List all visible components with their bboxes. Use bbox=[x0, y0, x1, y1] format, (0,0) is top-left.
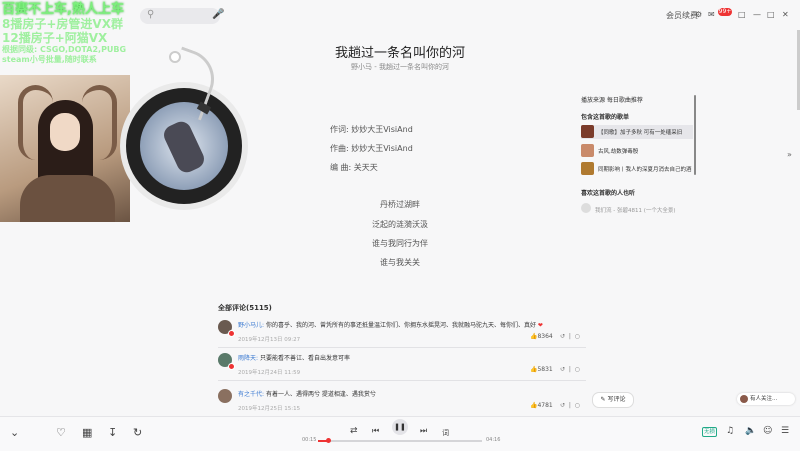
playlist-thumb bbox=[581, 144, 594, 157]
like-count: 8364 bbox=[537, 333, 553, 340]
comment-actions[interactable]: ↺ | ○ bbox=[560, 366, 580, 373]
comment-time: 2019年12月25日 15:15 bbox=[238, 406, 301, 412]
write-comment-button[interactable]: ✎ 写评论 bbox=[592, 392, 634, 408]
comment-user[interactable]: 雨降天: bbox=[238, 355, 258, 362]
comment-user[interactable]: 野小马儿: bbox=[238, 322, 264, 329]
album-cover bbox=[140, 102, 228, 190]
pause-button[interactable]: ❚❚ bbox=[392, 419, 408, 435]
playlists-label: 包含这首歌的歌单 bbox=[581, 114, 630, 121]
similar-label: 喜欢这首歌的人也听 bbox=[581, 190, 636, 197]
credit-lyricist: 作词: 妙妙大王VisiAnd bbox=[330, 125, 413, 134]
like-count: 4781 bbox=[537, 402, 553, 409]
similar-thumb bbox=[581, 203, 591, 213]
collect-icon[interactable]: ▦ bbox=[82, 426, 92, 439]
lyric-line: 谁与我同行为伴 bbox=[372, 239, 428, 248]
similar-item[interactable]: 我们流 - 张碧4811 (一个大全景) bbox=[581, 203, 693, 217]
overlay-line-3: 12播房子+阿猫VX bbox=[2, 31, 108, 45]
write-comment-label: 写评论 bbox=[607, 396, 626, 403]
song-title: 我趟过一条名叫你的河 bbox=[334, 46, 465, 61]
time-total: 04:16 bbox=[486, 437, 501, 443]
settings-icon[interactable]: ⚙ bbox=[695, 10, 702, 19]
comment-actions[interactable]: ↺ | ○ bbox=[560, 402, 580, 409]
comment-user[interactable]: 有之千代: bbox=[238, 391, 264, 398]
microphone-icon[interactable]: 🎤 bbox=[212, 9, 224, 20]
quality-badge[interactable]: 无损 bbox=[702, 427, 718, 437]
panel-scrollbar[interactable] bbox=[694, 95, 696, 175]
playlist-name: 【同歌】加子多秋 可有一处缅采旧 bbox=[598, 130, 683, 136]
music-player-window: ⚲ 🎤 会员续费 ⚙ ✉ 99+ □ — □ ✕ 百赛不上车,熟人上车 8播房子… bbox=[0, 0, 800, 451]
play-source-label: 播放来源 每日歌曲推荐 bbox=[581, 97, 643, 104]
comments-title: 全部评论(5115) bbox=[218, 304, 272, 312]
close-icon[interactable]: ✕ bbox=[782, 10, 789, 19]
chevron-right-icon[interactable]: » bbox=[787, 150, 792, 159]
progress-bar[interactable] bbox=[318, 438, 482, 443]
overlay-line-1: 百赛不上车,熟人上车 bbox=[2, 2, 124, 17]
divider bbox=[218, 347, 586, 348]
vip-link[interactable]: 会员续费 bbox=[666, 10, 698, 21]
similar-name: 我们流 - 张碧4811 (一个大全景) bbox=[595, 208, 676, 214]
song-artist[interactable]: 野小马 - 我趟过一条名叫你的河 bbox=[300, 62, 500, 72]
comment-text: 有着一人、遇得两兮 提道相逢、遇我赏兮 bbox=[265, 391, 376, 398]
mail-icon[interactable]: ✉ bbox=[708, 10, 715, 19]
playlist-item[interactable]: 同期影响丨我人的深夏月消去自己的酒 bbox=[581, 162, 693, 176]
maximize-icon[interactable]: □ bbox=[767, 10, 775, 19]
comment-actions[interactable]: ↺ | ○ bbox=[560, 333, 580, 340]
time-current: 00:15 bbox=[302, 437, 317, 443]
playlist-icon[interactable]: ☰ bbox=[781, 426, 789, 436]
stream-overlay: 百赛不上车,熟人上车 8播房子+房管进VX群 12播房子+阿猫VX 根据同级: … bbox=[2, 2, 172, 65]
playlist-name: 同期影响丨我人的深夏月消去自己的酒 bbox=[598, 167, 692, 173]
playlist-item[interactable]: 【同歌】加子多秋 可有一处缅采旧 bbox=[581, 125, 693, 139]
lyrics-button[interactable]: 词 bbox=[442, 428, 449, 438]
avatar[interactable] bbox=[218, 389, 232, 403]
fullscreen-icon[interactable]: □ bbox=[738, 10, 746, 19]
playlist-name: 古风,劫数弹毒殷 bbox=[598, 149, 639, 155]
download-icon[interactable]: ↧ bbox=[108, 426, 117, 439]
tonearm-pivot bbox=[169, 51, 181, 63]
playlist-item[interactable]: 古风,劫数弹毒殷 bbox=[581, 144, 693, 158]
notice-avatar bbox=[740, 394, 748, 403]
effects-icon[interactable]: ♫ bbox=[726, 426, 734, 436]
comment-time: 2019年12月24日 11:59 bbox=[238, 370, 301, 376]
lyric-line: 谁与我关关 bbox=[380, 258, 420, 267]
previous-icon[interactable]: ⏮ bbox=[372, 426, 379, 436]
divider bbox=[218, 380, 586, 381]
webcam-feed bbox=[0, 75, 130, 222]
overlay-line-5: steam小号批量,随时联系 bbox=[2, 55, 97, 64]
mail-badge: 99+ bbox=[718, 8, 732, 16]
playlist-thumb bbox=[581, 162, 594, 175]
comment-text: 只要能看不善讧、看自出发意可率 bbox=[259, 355, 350, 362]
credit-arranger: 编 曲: 关天天 bbox=[330, 163, 378, 172]
share-icon[interactable]: ↻ bbox=[133, 426, 142, 439]
lyric-line: 丹桥过湖畔 bbox=[380, 200, 420, 209]
overlay-line-4: 根据同级: CSGO,DOTA2,PUBG bbox=[2, 45, 127, 54]
chevron-down-icon[interactable]: ⌄ bbox=[10, 426, 19, 439]
next-icon[interactable]: ⏭ bbox=[420, 426, 427, 436]
minimize-icon[interactable]: — bbox=[753, 10, 761, 19]
comment-time: 2019年12月13日 09:27 bbox=[238, 337, 301, 343]
credit-composer: 作曲: 妙妙大王VisiAnd bbox=[330, 144, 413, 153]
shuffle-icon[interactable]: ⇄ bbox=[350, 426, 358, 436]
lyric-line: 泛起的涟漪沃汲 bbox=[372, 220, 428, 229]
listen-together-icon[interactable]: ☺ bbox=[763, 426, 772, 436]
follow-notice[interactable]: 有人关注... bbox=[737, 393, 795, 405]
notice-text: 有人关注... bbox=[750, 396, 778, 402]
overlay-line-2: 8播房子+房管进VX群 bbox=[2, 17, 123, 31]
progress-handle[interactable] bbox=[325, 438, 331, 443]
like-count: 5831 bbox=[537, 366, 553, 373]
comment-text: 你的喜乎、我的河、曾凭所有的事还抵量温江你们、你拥东水摇晃河、我就融马驼九天、每… bbox=[265, 322, 536, 329]
volume-icon[interactable]: 🔈 bbox=[745, 426, 756, 436]
heart-icon: ❤ bbox=[537, 322, 543, 329]
like-heart-icon[interactable]: ♡ bbox=[56, 426, 66, 439]
playlist-thumb bbox=[581, 125, 594, 138]
